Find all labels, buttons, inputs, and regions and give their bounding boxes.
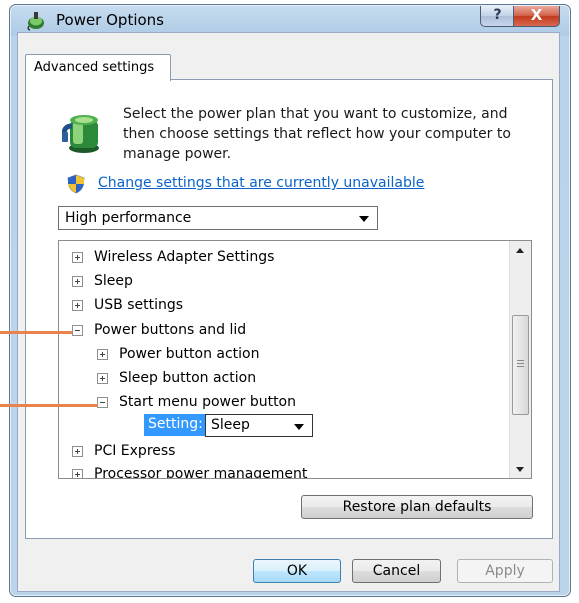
expand-icon[interactable] xyxy=(97,373,108,384)
tree-item-label: Wireless Adapter Settings xyxy=(94,249,275,265)
close-button[interactable]: X xyxy=(513,6,560,27)
chevron-down-icon xyxy=(359,216,369,222)
power-plan-dropdown[interactable]: High performance xyxy=(58,206,378,230)
settings-tree[interactable]: Wireless Adapter Settings Sleep USB sett… xyxy=(58,240,532,479)
tree-item-label: Power button action xyxy=(119,346,260,362)
window-title: Power Options xyxy=(56,11,164,29)
close-icon: X xyxy=(530,6,543,24)
expand-icon[interactable] xyxy=(72,252,83,263)
chevron-down-icon xyxy=(294,424,304,430)
scroll-down-arrow-icon[interactable] xyxy=(510,460,531,478)
ok-button[interactable]: OK xyxy=(253,559,341,583)
restore-plan-defaults-button[interactable]: Restore plan defaults xyxy=(301,495,533,519)
collapse-icon[interactable] xyxy=(97,397,108,408)
power-plug-icon xyxy=(27,12,44,31)
tree-item-label: Sleep button action xyxy=(119,370,257,386)
cancel-button[interactable]: Cancel xyxy=(352,559,441,583)
tree-scrollbar[interactable] xyxy=(509,241,531,478)
help-icon: ? xyxy=(493,7,502,23)
tree-item-label: Power buttons and lid xyxy=(94,322,247,338)
expand-icon[interactable] xyxy=(97,349,108,360)
collapse-icon[interactable] xyxy=(72,325,83,336)
setting-label: Setting: xyxy=(144,414,207,436)
tab-advanced-settings[interactable]: Advanced settings xyxy=(25,54,171,81)
scroll-up-arrow-icon[interactable] xyxy=(510,241,531,259)
callout-line xyxy=(0,404,98,407)
callout-line xyxy=(0,331,72,334)
apply-button[interactable]: Apply xyxy=(457,559,553,583)
uac-shield-icon xyxy=(67,174,85,194)
tree-item-label: Sleep xyxy=(94,273,133,289)
help-button[interactable]: ? xyxy=(480,6,515,27)
tab-label: Advanced settings xyxy=(34,60,155,75)
title-bar[interactable]: Power Options ? X xyxy=(10,5,570,35)
battery-plug-icon xyxy=(62,115,99,153)
grip-icon xyxy=(517,360,524,367)
power-plan-value: High performance xyxy=(65,210,192,226)
tree-item-label: Processor power management xyxy=(94,466,308,479)
setting-value: Sleep xyxy=(211,417,250,433)
scrollbar-thumb[interactable] xyxy=(512,315,529,415)
expand-icon[interactable] xyxy=(72,300,83,311)
expand-icon[interactable] xyxy=(72,276,83,287)
setting-value-dropdown[interactable]: Sleep xyxy=(205,414,313,437)
change-settings-link[interactable]: Change settings that are currently unava… xyxy=(98,175,424,191)
tree-item-label: Start menu power button xyxy=(119,394,296,410)
expand-icon[interactable] xyxy=(72,446,83,457)
expand-icon[interactable] xyxy=(72,469,83,478)
intro-text: Select the power plan that you want to c… xyxy=(123,106,511,162)
tree-item-label: PCI Express xyxy=(94,443,176,459)
tree-item-label: USB settings xyxy=(94,297,184,313)
